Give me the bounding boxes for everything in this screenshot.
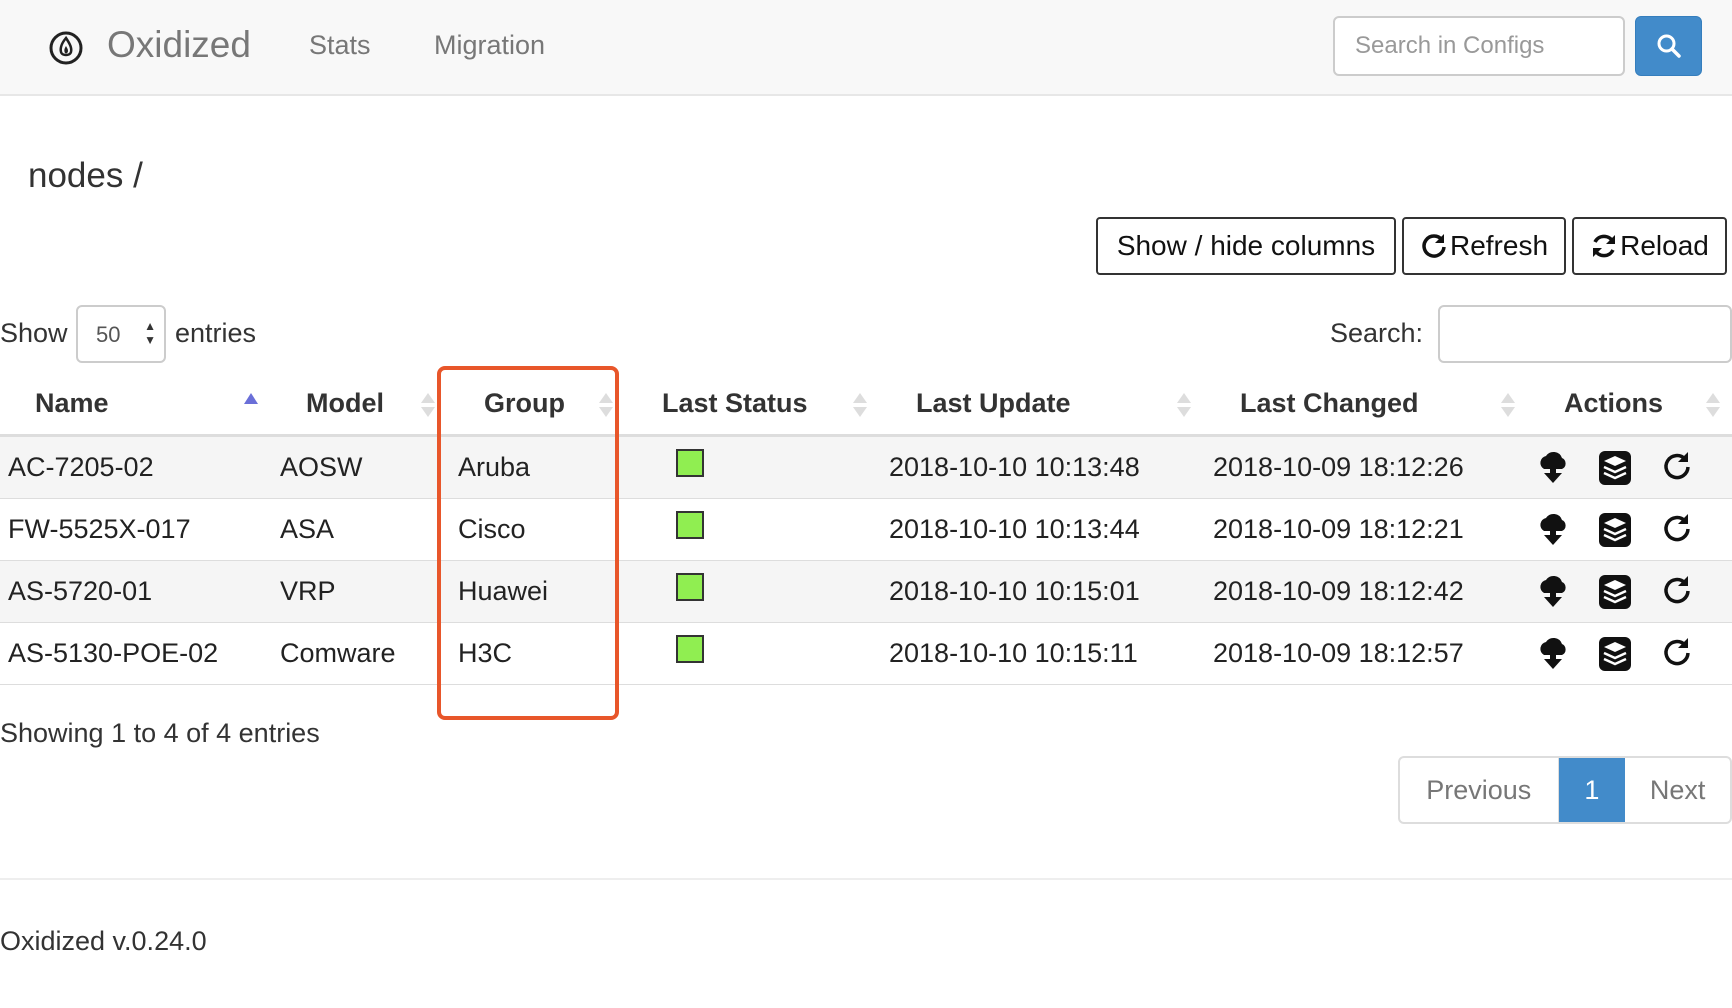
nav-link-migration[interactable]: Migration xyxy=(434,30,545,61)
footer-version: Oxidized v.0.24.0 xyxy=(0,926,207,956)
navbar: Oxidized Stats Migration xyxy=(0,0,1732,96)
search-icon xyxy=(1657,34,1681,58)
footer-divider xyxy=(0,878,1732,880)
status-ok-indicator xyxy=(676,573,704,601)
pagination-next[interactable]: Next xyxy=(1625,758,1730,822)
table-search-input[interactable] xyxy=(1438,305,1732,363)
column-header-model[interactable]: Model xyxy=(306,388,384,419)
pagination: Previous 1 Next xyxy=(1398,756,1732,824)
pagination-page-1[interactable]: 1 xyxy=(1558,758,1626,822)
brand-title[interactable]: Oxidized xyxy=(107,24,251,66)
table-row: FW-5525X-017 ASA Cisco 2018-10-10 10:13:… xyxy=(0,499,1732,561)
table-row: AS-5130-POE-02 Comware H3C 2018-10-10 10… xyxy=(0,623,1732,685)
node-name[interactable]: AC-7205-02 xyxy=(8,452,154,483)
sort-both-icon[interactable] xyxy=(1177,390,1191,420)
sort-ascending-icon[interactable] xyxy=(244,390,258,420)
select-arrows-icon: ▲ ▼ xyxy=(144,319,156,347)
length-show-label: Show xyxy=(0,318,68,348)
reload-button[interactable]: Reload xyxy=(1572,217,1727,275)
node-model: Comware xyxy=(280,638,396,668)
column-header-actions[interactable]: Actions xyxy=(1564,388,1663,419)
refresh-label: Refresh xyxy=(1449,230,1549,261)
column-header-last-changed[interactable]: Last Changed xyxy=(1240,388,1419,419)
group-column-highlight xyxy=(437,366,619,720)
column-header-last-status[interactable]: Last Status xyxy=(662,388,808,419)
table-row: AC-7205-02 AOSW Aruba 2018-10-10 10:13:4… xyxy=(0,437,1732,499)
last-update: 2018-10-10 10:13:44 xyxy=(889,514,1140,544)
last-changed: 2018-10-09 18:12:57 xyxy=(1213,638,1464,668)
length-entries-label: entries xyxy=(175,318,257,348)
config-search-button[interactable] xyxy=(1635,16,1702,76)
oxidized-logo-icon[interactable] xyxy=(48,30,84,66)
table-search-label: Search: xyxy=(1330,318,1424,348)
download-config-icon[interactable] xyxy=(1536,509,1570,549)
last-changed: 2018-10-09 18:12:26 xyxy=(1213,452,1464,482)
download-config-icon[interactable] xyxy=(1536,633,1570,673)
entries-per-page-select[interactable]: 50 ▲ ▼ xyxy=(76,305,166,363)
table-info: Showing 1 to 4 of 4 entries xyxy=(0,718,320,748)
last-update: 2018-10-10 10:13:48 xyxy=(889,452,1140,482)
refresh-button[interactable]: Refresh xyxy=(1402,217,1566,275)
config-versions-icon[interactable] xyxy=(1598,571,1632,611)
node-name[interactable]: AS-5720-01 xyxy=(8,576,152,607)
config-versions-icon[interactable] xyxy=(1598,447,1632,487)
sort-both-icon[interactable] xyxy=(421,390,435,420)
reload-icon xyxy=(1593,234,1616,258)
status-ok-indicator xyxy=(676,635,704,663)
page-title: nodes / xyxy=(28,156,143,195)
reload-label: Reload xyxy=(1620,230,1709,261)
show-hide-columns-label: Show / hide columns xyxy=(1116,230,1376,261)
config-search-input[interactable] xyxy=(1333,16,1625,76)
refresh-icon xyxy=(1422,234,1446,258)
sort-both-icon[interactable] xyxy=(853,390,867,420)
last-changed: 2018-10-09 18:12:42 xyxy=(1213,576,1464,606)
status-ok-indicator xyxy=(676,449,704,477)
refresh-node-icon[interactable] xyxy=(1660,509,1694,549)
nav-link-stats[interactable]: Stats xyxy=(309,30,371,61)
sort-both-icon[interactable] xyxy=(1501,390,1515,420)
column-header-last-update[interactable]: Last Update xyxy=(916,388,1071,419)
refresh-node-icon[interactable] xyxy=(1660,447,1694,487)
last-update: 2018-10-10 10:15:01 xyxy=(889,576,1140,606)
column-header-name[interactable]: Name xyxy=(35,388,109,419)
config-versions-icon[interactable] xyxy=(1598,633,1632,673)
node-model: VRP xyxy=(280,576,336,606)
sort-both-icon[interactable] xyxy=(1706,390,1720,420)
config-versions-icon[interactable] xyxy=(1598,509,1632,549)
status-ok-indicator xyxy=(676,511,704,539)
refresh-node-icon[interactable] xyxy=(1660,571,1694,611)
node-name[interactable]: AS-5130-POE-02 xyxy=(8,638,218,669)
pagination-previous[interactable]: Previous xyxy=(1400,758,1559,822)
table-row: AS-5720-01 VRP Huawei 2018-10-10 10:15:0… xyxy=(0,561,1732,623)
download-config-icon[interactable] xyxy=(1536,447,1570,487)
node-model: AOSW xyxy=(280,452,363,482)
download-config-icon[interactable] xyxy=(1536,571,1570,611)
entries-per-page-value: 50 xyxy=(96,322,121,347)
last-changed: 2018-10-09 18:12:21 xyxy=(1213,514,1464,544)
refresh-node-icon[interactable] xyxy=(1660,633,1694,673)
show-hide-columns-button[interactable]: Show / hide columns xyxy=(1096,217,1396,275)
node-name[interactable]: FW-5525X-017 xyxy=(8,514,191,545)
node-model: ASA xyxy=(280,514,335,544)
last-update: 2018-10-10 10:15:11 xyxy=(889,638,1138,668)
